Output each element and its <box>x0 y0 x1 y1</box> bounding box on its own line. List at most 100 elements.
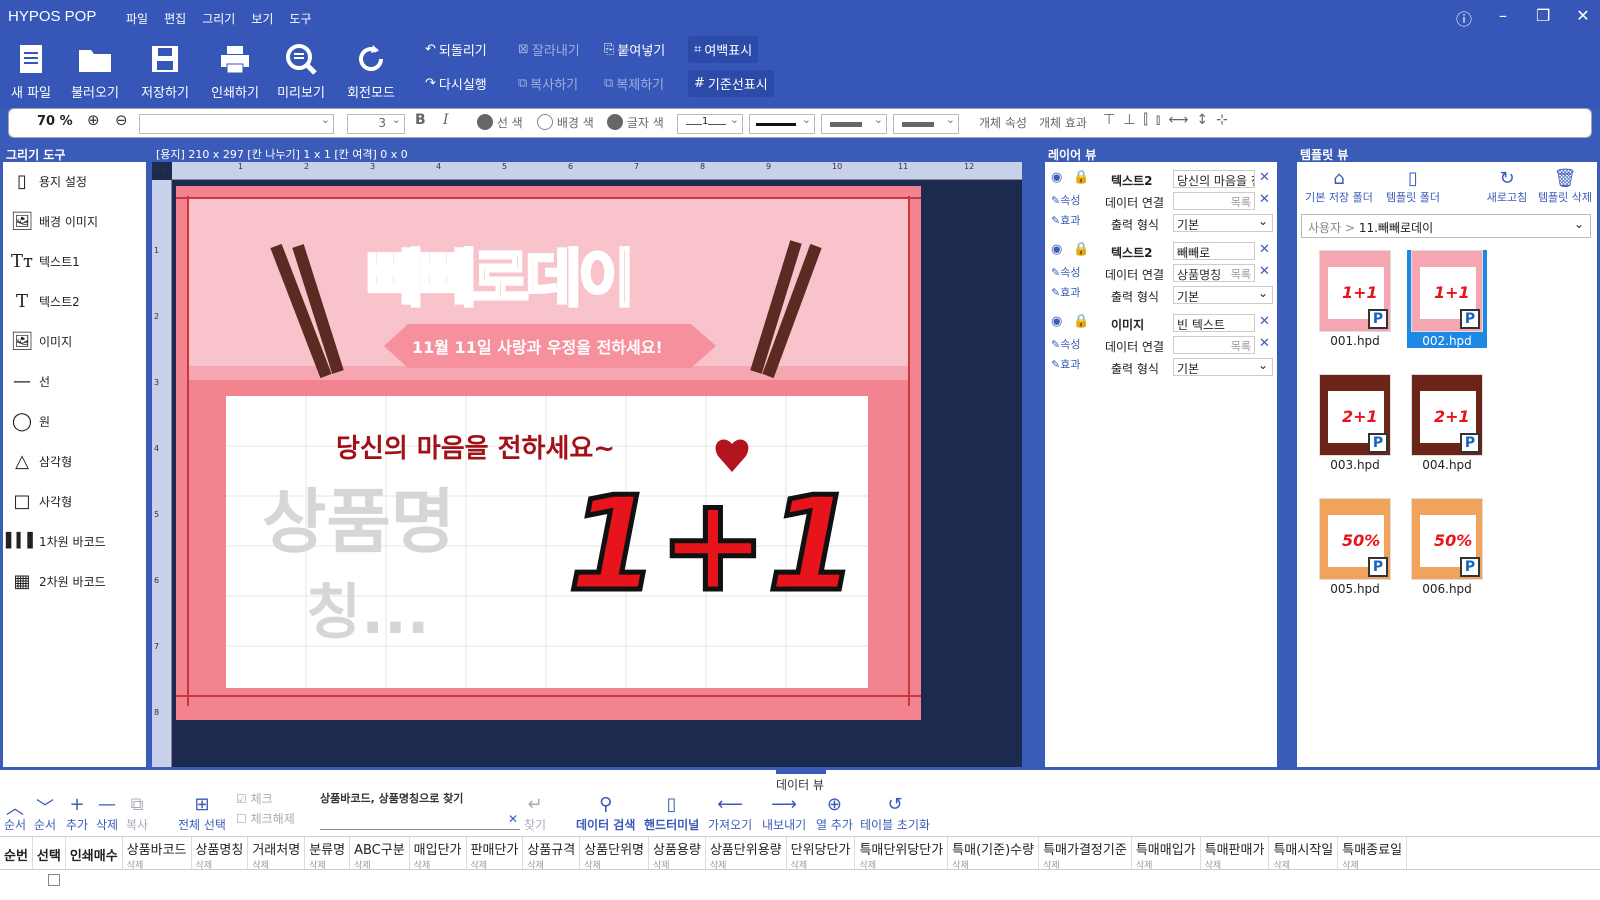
menu-file[interactable]: 파일 <box>126 10 148 27</box>
template-thumbnail[interactable]: 50% P 005.hpd <box>1315 498 1395 596</box>
column-header[interactable]: 특매판매가 삭제 <box>1201 837 1270 871</box>
column-header[interactable]: 상품단위용량 삭제 <box>706 837 787 871</box>
restore-button[interactable]: ❐ <box>1536 6 1550 30</box>
redo-button[interactable]: ↷ 다시실행 <box>425 74 487 93</box>
menu-view[interactable]: 보기 <box>251 10 273 27</box>
refresh-button[interactable]: ↻ 새로고침 <box>1479 168 1535 205</box>
template-folder-button[interactable]: ▯ 템플릿 폴더 <box>1377 168 1449 205</box>
column-header[interactable]: 특매(기준)수량 삭제 <box>948 837 1040 871</box>
text-color-button[interactable]: 글자 색 <box>607 114 664 131</box>
tool-triangle[interactable]: △ 삼각형 <box>11 450 72 472</box>
column-header[interactable]: 상품용량 삭제 <box>649 837 706 871</box>
save-button[interactable]: 저장하기 <box>134 40 196 102</box>
template-thumbnail[interactable]: 1+1 P 002.hpd <box>1407 250 1487 348</box>
close-icon[interactable]: ✕ <box>1259 336 1270 351</box>
delete-column-button[interactable]: 삭제 <box>653 858 701 871</box>
delete-column-button[interactable]: 삭제 <box>1043 858 1127 871</box>
lock-icon[interactable]: 🔒 <box>1073 242 1089 257</box>
template-path-select[interactable]: 사용자 > 11.빼빼로데이 ⌄ <box>1301 214 1591 238</box>
eye-icon[interactable]: ◉ <box>1051 170 1062 185</box>
poster-paper[interactable]: 빼빼로데이 11월 11일 사랑과 우정을 전하세요! 당신의 마음을 전하세요… <box>176 186 921 720</box>
list-button[interactable]: 목록 <box>1231 266 1251 281</box>
layer-item[interactable]: ◉ 🔒 ✎속성 ✎효과 텍스트2 데이터 연결출력 형식 당신의 마음을 전ㅎ ✕ 목록 ✕ 기본⌄ <box>1051 168 1273 234</box>
data-link-field[interactable]: 상품명칭 목록 <box>1173 264 1255 282</box>
close-icon[interactable]: ✕ <box>1259 314 1270 329</box>
italic-button[interactable]: I <box>443 112 449 128</box>
column-header[interactable]: 분류명 삭제 <box>305 837 351 871</box>
import-button[interactable]: ⟵ 가져오기 <box>708 794 752 833</box>
list-button[interactable]: 목록 <box>1231 194 1251 209</box>
layer-value-field[interactable]: 빈 텍스트 <box>1173 314 1255 332</box>
eye-icon[interactable]: ◉ <box>1051 242 1062 257</box>
find-button[interactable]: ↵ 찾기 <box>524 794 546 833</box>
shadow-select[interactable] <box>893 113 959 134</box>
reset-table-button[interactable]: ↺ 테이블 초기화 <box>860 794 930 833</box>
column-header[interactable]: 선택 <box>33 837 66 869</box>
layer-effects-button[interactable]: ✎효과 <box>1051 356 1080 372</box>
tool-line[interactable]: — 선 <box>11 370 50 392</box>
data-link-field[interactable]: 목록 <box>1173 192 1255 210</box>
copy-button[interactable]: ⧉ 복사하기 <box>518 74 578 93</box>
menu-tools[interactable]: 도구 <box>289 10 311 27</box>
close-icon[interactable]: ✕ <box>1259 264 1270 279</box>
close-icon[interactable]: ✕ <box>1259 242 1270 257</box>
column-header[interactable]: 특매단위당단가 삭제 <box>855 837 949 871</box>
align-icons[interactable]: ⊤⊥⫿⫾⟷↕⊹ <box>1103 112 1236 128</box>
layer-properties-button[interactable]: ✎속성 <box>1051 192 1080 208</box>
add-column-button[interactable]: ⊕ 열 추가 <box>816 794 853 833</box>
minimize-button[interactable]: – <box>1496 6 1510 30</box>
add-row-button[interactable]: + 추가 <box>66 794 88 833</box>
select-all-button[interactable]: ⊞ 전체 선택 <box>178 794 226 833</box>
layer-value-field[interactable]: 당신의 마음을 전ㅎ <box>1173 170 1255 188</box>
column-header[interactable]: 인쇄매수 <box>66 837 123 869</box>
menu-edit[interactable]: 편집 <box>164 10 186 27</box>
poster-subtitle[interactable]: 11월 11일 사랑과 우정을 전하세요! <box>412 334 663 358</box>
tool-image[interactable]: 🖼 이미지 <box>11 330 73 352</box>
object-properties-button[interactable]: 개체 속성 <box>979 114 1027 131</box>
move-down-button[interactable]: ﹀ 순서 <box>34 794 56 833</box>
template-thumbnail[interactable]: 1+1 P 001.hpd <box>1315 250 1395 348</box>
column-header[interactable]: 단위당단가 삭제 <box>787 837 856 871</box>
layer-value-field[interactable]: 빼빼로 <box>1173 242 1255 260</box>
delete-column-button[interactable]: 삭제 <box>791 858 851 871</box>
lock-icon[interactable]: 🔒 <box>1073 170 1089 185</box>
tool-bg-image[interactable]: 🖼 배경 이미지 <box>11 210 98 232</box>
line-dash-select[interactable] <box>821 113 887 134</box>
column-header[interactable]: 특매종료일 삭제 <box>1338 837 1408 871</box>
column-header[interactable]: 상품명칭 삭제 <box>192 837 249 871</box>
clear-icon[interactable]: ✕ <box>508 812 518 826</box>
uncheck-button[interactable]: ☐ 체크해제 <box>236 810 295 827</box>
poster-promo[interactable]: 1+1 <box>566 466 861 623</box>
duplicate-button[interactable]: ⧉ 복제하기 <box>604 74 664 93</box>
check-button[interactable]: ☑ 체크 <box>236 790 273 807</box>
column-header[interactable]: 매입단가 삭제 <box>410 837 467 871</box>
rotate-mode-button[interactable]: 회전모드 <box>340 40 402 102</box>
column-header[interactable]: ABC구분 삭제 <box>350 837 410 871</box>
delete-column-button[interactable]: 삭제 <box>354 858 405 871</box>
paste-button[interactable]: ⎘ 붙여넣기 <box>604 40 665 59</box>
delete-column-button[interactable]: 삭제 <box>859 858 943 871</box>
column-header[interactable]: 특매매입가 삭제 <box>1132 837 1201 871</box>
delete-column-button[interactable]: 삭제 <box>584 858 644 871</box>
zoom-in-icon[interactable]: ⊕ <box>87 111 100 129</box>
margin-toggle[interactable]: ⌗ 여백표시 <box>688 36 759 63</box>
lock-icon[interactable]: 🔒 <box>1073 314 1089 329</box>
home-folder-button[interactable]: ⌂ 기본 저장 폴더 <box>1301 168 1377 205</box>
column-header[interactable]: 상품단위명 삭제 <box>580 837 650 871</box>
design-canvas[interactable]: 1 2 3 4 5 6 7 8 9 10 11 12 12345678 px 빼빼로데이 11월 11… <box>152 162 1022 767</box>
font-select[interactable] <box>139 113 334 134</box>
list-button[interactable]: 목록 <box>1231 338 1251 353</box>
poster-product-name[interactable]: 상품명 <box>262 466 455 567</box>
column-header[interactable]: 특매시작일 삭제 <box>1269 837 1339 871</box>
close-icon[interactable]: ✕ <box>1259 170 1270 185</box>
line-color-button[interactable]: 선 색 <box>477 114 523 131</box>
undo-button[interactable]: ↶ 되돌리기 <box>425 40 487 59</box>
print-button[interactable]: 인쇄하기 <box>204 40 266 102</box>
preview-button[interactable]: 미리보기 <box>270 40 332 102</box>
line-style-select[interactable] <box>749 113 815 134</box>
row-checkbox[interactable] <box>48 874 60 886</box>
delete-column-button[interactable]: 삭제 <box>252 858 300 871</box>
delete-column-button[interactable]: 삭제 <box>527 858 575 871</box>
close-button[interactable]: ✕ <box>1576 6 1590 30</box>
delete-column-button[interactable]: 삭제 <box>414 858 462 871</box>
